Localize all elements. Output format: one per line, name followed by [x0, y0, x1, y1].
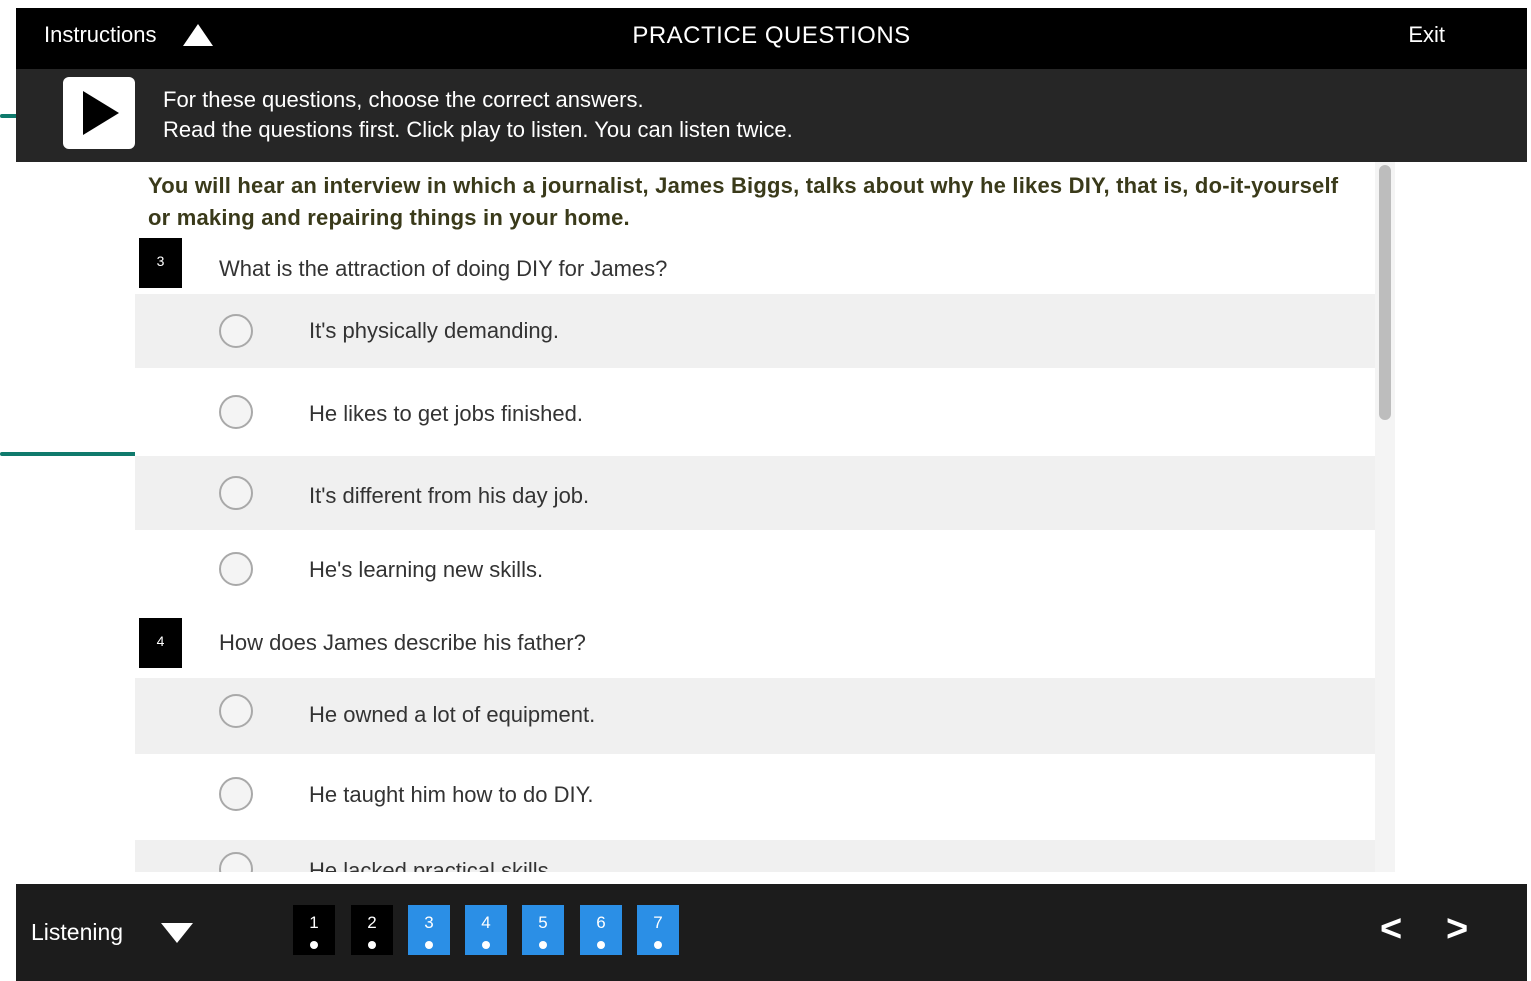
question-nav-6[interactable]: 6 [580, 905, 622, 955]
question-nav-label: 6 [596, 913, 606, 932]
section-label: Listening [31, 919, 124, 945]
question-nav-5[interactable]: 5 [522, 905, 564, 955]
answer-option[interactable]: It's physically demanding. [135, 294, 1375, 368]
question-nav-label: 1 [309, 913, 319, 932]
next-button[interactable]: > [1446, 908, 1468, 951]
task-intro: You will hear an interview in which a jo… [148, 173, 1339, 230]
question-nav-3[interactable]: 3 [408, 905, 450, 955]
bottom-bar: Listening 1 2 3 4 5 6 7 < > [16, 884, 1527, 981]
question-nav-2[interactable]: 2 [351, 905, 393, 955]
answer-option[interactable]: He owned a lot of equipment. [135, 678, 1375, 754]
dot-icon [654, 941, 662, 949]
option-label: He lacked practical skills [309, 858, 549, 872]
dot-icon [425, 941, 433, 949]
option-label: He owned a lot of equipment. [309, 702, 596, 727]
radio-button[interactable] [219, 694, 253, 728]
dot-icon [368, 941, 376, 949]
answer-option[interactable]: He lacked practical skills [135, 840, 1375, 872]
dot-icon [310, 941, 318, 949]
question-nav-7[interactable]: 7 [637, 905, 679, 955]
question-nav-1[interactable]: 1 [293, 905, 335, 955]
triangle-down-icon [161, 922, 194, 943]
question-nav-label: 5 [538, 913, 548, 932]
instructions-line-2: Read the questions first. Click play to … [163, 117, 793, 142]
radio-button[interactable] [219, 476, 253, 510]
option-label: He's learning new skills. [309, 557, 544, 582]
instructions-line-1: For these questions, choose the correct … [163, 87, 644, 112]
radio-button[interactable] [219, 852, 253, 872]
radio-button[interactable] [219, 777, 253, 811]
question-text: How does James describe his father? [219, 630, 586, 655]
option-label: He likes to get jobs finished. [309, 401, 583, 426]
question-number-badge: 4 [139, 618, 182, 668]
page-title: PRACTICE QUESTIONS [632, 22, 911, 49]
answer-option[interactable]: He likes to get jobs finished. [135, 368, 1375, 456]
question-nav-label: 3 [424, 913, 434, 932]
top-bar: Instructions PRACTICE QUESTIONS Exit [16, 8, 1527, 69]
section-selector[interactable]: Listening [31, 919, 194, 946]
answer-option[interactable]: It's different from his day job. [135, 456, 1375, 530]
play-button[interactable] [63, 77, 135, 149]
radio-button[interactable] [219, 552, 253, 586]
question-panel: You will hear an interview in which a jo… [135, 162, 1375, 872]
dot-icon [539, 941, 547, 949]
dot-icon [482, 941, 490, 949]
exit-button[interactable]: Exit [1408, 22, 1445, 48]
option-label: It's physically demanding. [309, 318, 559, 343]
play-icon [83, 91, 119, 135]
question-nav-label: 4 [481, 913, 491, 932]
question-nav-label: 2 [367, 913, 377, 932]
instructions-text: For these questions, choose the correct … [163, 85, 793, 145]
option-label: It's different from his day job. [309, 483, 590, 508]
radio-button[interactable] [219, 314, 253, 348]
question-nav-label: 7 [653, 913, 663, 932]
question-text: What is the attraction of doing DIY for … [219, 256, 668, 281]
previous-button[interactable]: < [1380, 908, 1402, 951]
radio-button[interactable] [219, 395, 253, 429]
answer-option[interactable]: He taught him how to do DIY. [135, 754, 1375, 840]
question-number-badge: 3 [139, 238, 182, 288]
option-label: He taught him how to do DIY. [309, 782, 594, 807]
scrollbar-thumb[interactable] [1379, 165, 1391, 420]
dot-icon [597, 941, 605, 949]
instructions-panel: For these questions, choose the correct … [16, 69, 1527, 162]
answer-option[interactable]: He's learning new skills. [135, 530, 1375, 610]
question-nav-4[interactable]: 4 [465, 905, 507, 955]
